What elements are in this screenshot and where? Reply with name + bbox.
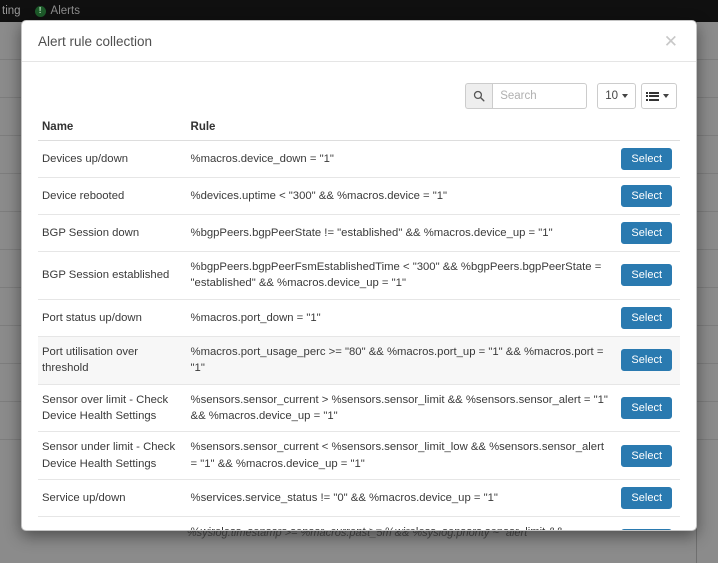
navbar-item-alerts-label: Alerts: [50, 5, 80, 17]
column-selector-dropdown[interactable]: [641, 83, 677, 109]
table-row: Sensor under limit - Check Device Health…: [38, 431, 680, 480]
rule-expression-cell: %macros.port_down = "1": [186, 299, 618, 337]
search-input[interactable]: [492, 83, 588, 109]
rule-action-cell: Select: [617, 516, 680, 530]
rule-name-cell: BGP Session down: [38, 214, 187, 252]
table-row: Port status up/down %macros.port_down = "…: [38, 299, 680, 337]
chevron-down-icon: [663, 94, 669, 98]
table-row: Service up/down %services.service_status …: [38, 479, 680, 517]
rule-name-cell: Port utilisation over threshold: [38, 336, 187, 385]
page-size-label: 10: [605, 90, 618, 102]
select-button[interactable]: Select: [621, 222, 672, 244]
table-row: BGP Session established %bgpPeers.bgpPeer…: [38, 251, 680, 300]
search-group: [465, 83, 588, 109]
rule-expression-cell: %macros.port_usage_perc >= "80" && %macr…: [186, 336, 618, 385]
top-navbar: ting ! Alerts: [0, 0, 718, 22]
alert-rule-collection-modal: Alert rule collection ✕ 10: [21, 20, 697, 531]
select-button[interactable]: Select: [621, 148, 672, 170]
rule-expression-cell: %macros.device_down = "1": [186, 140, 618, 178]
rule-name-cell: Wireless Sensor over limit: [38, 516, 187, 530]
rule-expression-cell: %services.service_status != "0" && %macr…: [186, 479, 618, 517]
select-button[interactable]: Select: [621, 306, 672, 329]
navbar-item-truncated[interactable]: ting: [2, 5, 21, 17]
rule-action-cell: Select: [617, 177, 680, 215]
modal-header: Alert rule collection ✕: [22, 21, 696, 62]
rule-expression-cell: %bgpPeers.bgpPeerState != "established" …: [186, 214, 618, 252]
column-header-action: [617, 121, 680, 141]
rule-name-cell: Service up/down: [38, 479, 187, 517]
rule-expression-cell: %wireless_sensors.sensor_current >= %wir…: [186, 516, 618, 530]
table-row: Device rebooted %devices.uptime < "300" &…: [38, 177, 680, 215]
table-body: Devices up/down %macros.device_down = "1"…: [38, 140, 680, 530]
rule-action-cell: Select: [617, 214, 680, 252]
rule-action-cell: Select: [617, 384, 680, 433]
column-header-rule: Rule: [186, 121, 618, 141]
select-button[interactable]: Select: [621, 264, 672, 287]
rule-expression-cell: %devices.uptime < "300" && %macros.devic…: [186, 177, 618, 215]
rule-name-cell: Devices up/down: [38, 140, 187, 178]
page-root: devicecros. %syslog.timestamp >= %macros…: [0, 0, 718, 563]
select-button[interactable]: Select: [621, 487, 672, 509]
rule-name-cell: Port status up/down: [38, 299, 187, 337]
table-row: Wireless Sensor over limit%wireless_sens…: [38, 516, 680, 530]
rule-name-cell: Sensor under limit - Check Device Health…: [38, 431, 187, 480]
toolbar-button-group: 10: [597, 83, 677, 109]
search-icon[interactable]: [465, 83, 493, 109]
table-head: Name Rule: [38, 121, 680, 141]
rule-action-cell: Select: [617, 251, 680, 300]
modal-title: Alert rule collection: [38, 33, 153, 49]
chevron-down-icon: [622, 94, 628, 98]
alert-rules-table: Name Rule Devices up/down %macros.device_…: [38, 121, 680, 530]
list-columns-icon: [646, 91, 659, 101]
rule-name-cell: Sensor over limit - Check Device Health …: [38, 384, 187, 433]
select-button[interactable]: Select: [621, 349, 672, 372]
rule-name-cell: Device rebooted: [38, 177, 187, 215]
select-button[interactable]: Select: [621, 444, 672, 467]
table-toolbar: 10: [38, 83, 680, 109]
rule-expression-cell: %sensors.sensor_current > %sensors.senso…: [186, 384, 618, 433]
page-size-dropdown[interactable]: 10: [597, 83, 636, 109]
rule-expression-cell: %bgpPeers.bgpPeerFsmEstablishedTime < "3…: [186, 251, 618, 300]
exclamation-circle-icon: !: [34, 5, 46, 17]
rule-action-cell: Select: [617, 299, 680, 337]
navbar-item-alerts[interactable]: ! Alerts: [34, 5, 80, 17]
close-icon[interactable]: ✕: [662, 33, 680, 50]
modal-body: 10 Name Rule: [22, 62, 696, 530]
table-row: BGP Session down %bgpPeers.bgpPeerState !…: [38, 214, 680, 252]
table-row: Port utilisation over threshold %macros.p…: [38, 336, 680, 385]
table-row: Sensor over limit - Check Device Health …: [38, 384, 680, 433]
column-header-name: Name: [38, 121, 187, 141]
select-button[interactable]: Select: [621, 529, 672, 530]
table-row: Devices up/down %macros.device_down = "1"…: [38, 140, 680, 178]
rule-expression-cell: %sensors.sensor_current < %sensors.senso…: [186, 431, 618, 480]
rule-action-cell: Select: [617, 140, 680, 178]
rule-name-cell: BGP Session established: [38, 251, 187, 300]
select-button[interactable]: Select: [621, 185, 672, 207]
rule-action-cell: Select: [617, 431, 680, 480]
rule-action-cell: Select: [617, 336, 680, 385]
table-header-row: Name Rule: [38, 121, 680, 141]
rule-action-cell: Select: [617, 479, 680, 517]
select-button[interactable]: Select: [621, 396, 672, 419]
